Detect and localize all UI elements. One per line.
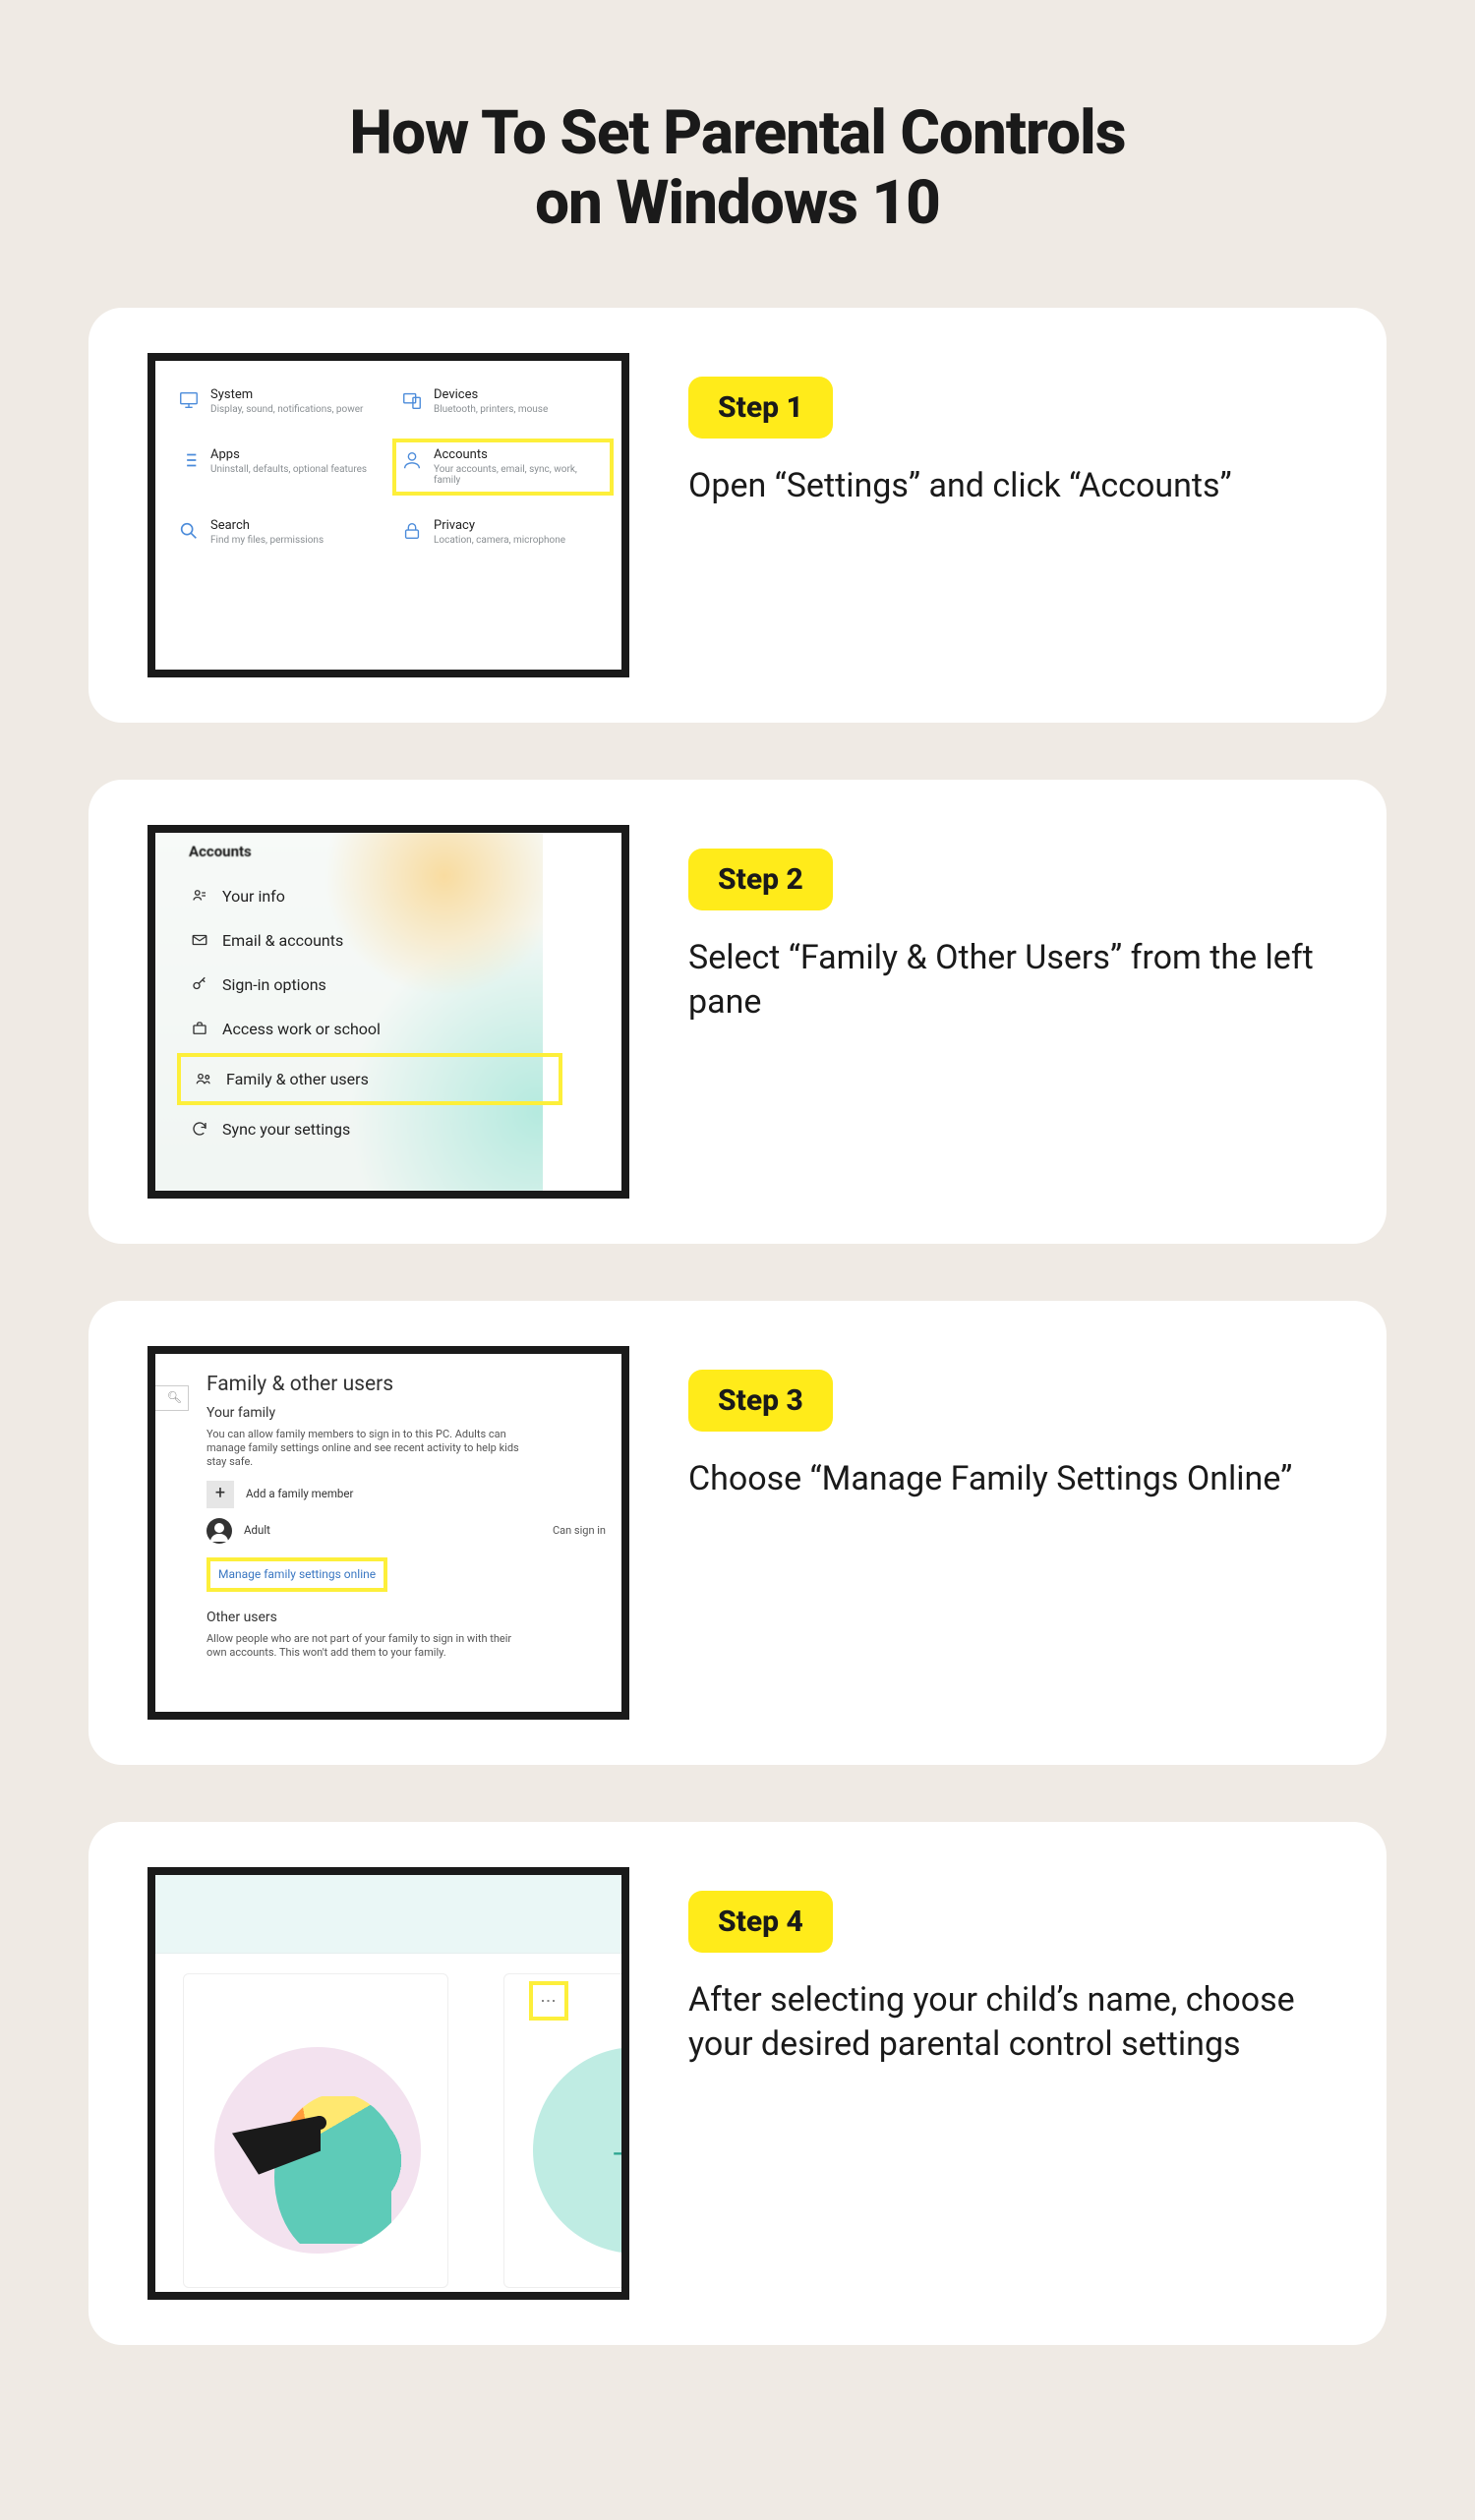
- tile-title: Privacy: [434, 519, 565, 533]
- avatar-icon: [206, 1518, 232, 1544]
- tile-title: Accounts: [434, 448, 601, 462]
- add-family-member-row[interactable]: + Add a family member: [206, 1481, 606, 1508]
- kebab-menu-highlight: ⋮: [529, 1981, 568, 2021]
- step-text: After selecting your child’s name, choos…: [688, 1978, 1328, 2069]
- sidebar-item-your-info[interactable]: Your info: [169, 874, 621, 918]
- sidebar-label: Your info: [222, 887, 285, 906]
- screenshot-family-other-users: 🔍︎ Family & other users Your family You …: [148, 1346, 629, 1720]
- mail-icon: [191, 931, 208, 949]
- toucan-eye: [313, 2116, 326, 2130]
- sidebar-item-sync[interactable]: Sync your settings: [169, 1107, 621, 1151]
- family-users-highlight: Family & other users: [177, 1053, 562, 1105]
- sidebar-label: Email & accounts: [222, 931, 343, 950]
- your-family-heading: Your family: [206, 1405, 606, 1423]
- step-text: Choose “Manage Family Settings Online”: [688, 1457, 1328, 1502]
- tile-subtitle: Your accounts, email, sync, work, family: [434, 464, 601, 486]
- kebab-icon[interactable]: ⋮: [540, 1993, 559, 2009]
- tile-title: Devices: [434, 388, 548, 402]
- tile-title: Search: [210, 519, 324, 533]
- header-bar: [155, 1875, 621, 1954]
- tile-title: System: [210, 388, 363, 402]
- member-status: Can sign in: [553, 1524, 606, 1538]
- child-avatar[interactable]: [214, 2047, 421, 2254]
- tile-subtitle: Find my files, permissions: [210, 535, 324, 546]
- settings-tile-privacy[interactable]: Privacy Location, camera, microphone: [400, 519, 606, 546]
- pane-heading: Family & other users: [206, 1372, 606, 1397]
- screenshot-accounts-sidebar: Accounts Your info Email & accounts Sign…: [148, 825, 629, 1199]
- sidebar-item-email[interactable]: Email & accounts: [169, 918, 621, 963]
- sidebar-item-work-school[interactable]: Access work or school: [169, 1007, 621, 1051]
- instruction-col: Step 1 Open “Settings” and click “Accoun…: [688, 353, 1328, 509]
- sync-icon: [191, 1120, 208, 1138]
- plus-icon: +: [206, 1481, 234, 1508]
- settings-tile-system[interactable]: System Display, sound, notifications, po…: [177, 388, 383, 415]
- settings-tile-apps[interactable]: Apps Uninstall, defaults, optional featu…: [177, 448, 383, 486]
- settings-tile-accounts[interactable]: Accounts Your accounts, email, sync, wor…: [400, 448, 606, 486]
- screenshot-col: System Display, sound, notifications, po…: [148, 353, 629, 677]
- sidebar-label: Access work or school: [222, 1020, 381, 1038]
- manage-family-settings-link[interactable]: Manage family settings online: [206, 1557, 387, 1592]
- step-badge: Step 1: [688, 377, 833, 439]
- tile-subtitle: Display, sound, notifications, power: [210, 404, 363, 415]
- person-card-icon: [191, 887, 208, 905]
- family-member-row[interactable]: Adult Can sign in: [206, 1518, 606, 1544]
- other-users-heading: Other users: [206, 1610, 606, 1627]
- infographic-page: How To Set Parental Controls on Windows …: [0, 0, 1475, 2520]
- step-text: Open “Settings” and click “Accounts”: [688, 464, 1328, 509]
- plus-icon[interactable]: +: [608, 2139, 629, 2170]
- step-badge: Step 4: [688, 1891, 833, 1953]
- toucan-illustration: [273, 2096, 391, 2244]
- person-icon: [400, 448, 424, 472]
- step-card-4: ⋮ + Step 4 After selecting your child’s …: [88, 1822, 1386, 2345]
- instruction-col: Step 2 Select “Family & Other Users” fro…: [688, 825, 1328, 1026]
- sidebar-label: Sign-in options: [222, 975, 326, 994]
- search-box-icon[interactable]: 🔍︎: [149, 1385, 189, 1411]
- screenshot-col: ⋮ +: [148, 1867, 629, 2300]
- add-family-label: Add a family member: [246, 1487, 353, 1500]
- step-card-2: Accounts Your info Email & accounts Sign…: [88, 780, 1386, 1244]
- sidebar-header: Accounts: [189, 843, 621, 860]
- sidebar-label: Family & other users: [226, 1070, 369, 1088]
- instruction-col: Step 4 After selecting your child’s name…: [688, 1867, 1328, 2069]
- sidebar-label: Sync your settings: [222, 1120, 350, 1139]
- tile-subtitle: Location, camera, microphone: [434, 535, 565, 546]
- sidebar-item-family-users[interactable]: Family & other users: [181, 1057, 559, 1101]
- page-title: How To Set Parental Controls on Windows …: [88, 98, 1386, 239]
- tile-title: Apps: [210, 448, 367, 462]
- lock-icon: [400, 519, 424, 543]
- tile-subtitle: Bluetooth, printers, mouse: [434, 404, 548, 415]
- screenshot-col: Accounts Your info Email & accounts Sign…: [148, 825, 629, 1199]
- search-icon: [177, 519, 201, 543]
- other-users-description: Allow people who are not part of your fa…: [206, 1632, 531, 1660]
- tile-subtitle: Uninstall, defaults, optional features: [210, 464, 367, 475]
- list-icon: [177, 448, 201, 472]
- accounts-tile-highlight: Accounts Your accounts, email, sync, wor…: [392, 439, 614, 496]
- screenshot-col: 🔍︎ Family & other users Your family You …: [148, 1346, 629, 1720]
- sidebar-item-signin[interactable]: Sign-in options: [169, 963, 621, 1007]
- your-family-description: You can allow family members to sign in …: [206, 1428, 531, 1468]
- step-text: Select “Family & Other Users” from the l…: [688, 936, 1328, 1026]
- step-card-1: System Display, sound, notifications, po…: [88, 308, 1386, 723]
- screenshot-settings-home: System Display, sound, notifications, po…: [148, 353, 629, 677]
- step-badge: Step 2: [688, 849, 833, 910]
- settings-tile-search[interactable]: Search Find my files, permissions: [177, 519, 383, 546]
- briefcase-icon: [191, 1020, 208, 1037]
- member-role: Adult: [244, 1523, 270, 1537]
- people-icon: [195, 1070, 212, 1087]
- screenshot-family-dashboard: ⋮ +: [148, 1867, 629, 2300]
- settings-tile-devices[interactable]: Devices Bluetooth, printers, mouse: [400, 388, 606, 415]
- devices-icon: [400, 388, 424, 412]
- key-icon: [191, 975, 208, 993]
- instruction-col: Step 3 Choose “Manage Family Settings On…: [688, 1346, 1328, 1502]
- step-card-3: 🔍︎ Family & other users Your family You …: [88, 1301, 1386, 1765]
- step-badge: Step 3: [688, 1370, 833, 1432]
- title-line-1: How To Set Parental Controls: [349, 97, 1125, 169]
- monitor-icon: [177, 388, 201, 412]
- title-line-2: on Windows 10: [535, 167, 940, 239]
